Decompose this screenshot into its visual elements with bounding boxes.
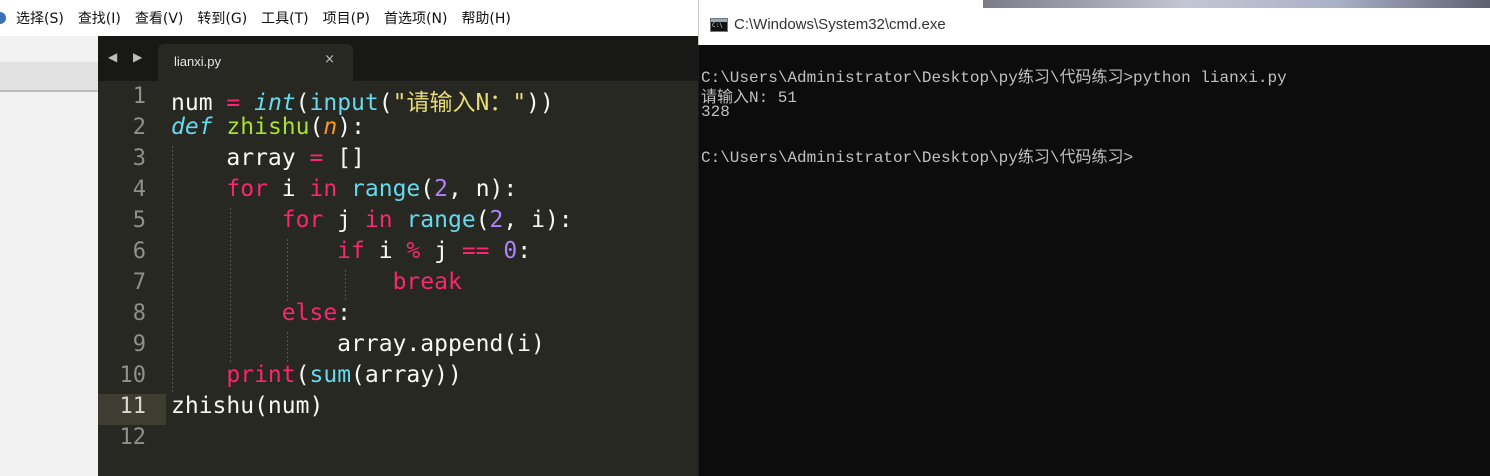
code-editor[interactable]: 1 2 3 4 5 6 7 8 9 10 11 12 num = int(input("请输入N：")…	[98, 81, 700, 476]
line-number: 1	[132, 84, 146, 109]
tab-nav-arrows-icon[interactable]: ◀ ▶	[108, 50, 148, 64]
line-number: 2	[132, 115, 146, 140]
menu-goto[interactable]: 转到(G)	[197, 8, 247, 28]
cmd-line: C:\Users\Administrator\Desktop\py练习\代码练习…	[701, 149, 1134, 167]
code-line: def zhishu(n):	[171, 114, 365, 140]
code-line: array.append(i)	[171, 331, 545, 357]
window-edge-icon	[0, 12, 6, 24]
tab-label: lianxi.py	[174, 54, 221, 69]
menu-select[interactable]: 选择(S)	[16, 8, 64, 28]
cmd-app-icon	[710, 18, 728, 32]
line-number: 8	[132, 301, 146, 326]
menu-bar: 选择(S) 查找(I) 查看(V) 转到(G) 工具(T) 项目(P) 首选项(…	[0, 0, 700, 36]
line-number: 3	[132, 146, 146, 171]
line-number: 11	[119, 394, 147, 419]
indent-guide	[172, 146, 173, 394]
sidebar-band	[0, 62, 98, 90]
background-strip	[983, 0, 1490, 8]
sidebar-divider	[0, 90, 98, 92]
menu-help[interactable]: 帮助(H)	[461, 8, 510, 28]
menu-find[interactable]: 查找(I)	[78, 8, 121, 28]
code-line: else:	[281, 300, 352, 326]
cmd-line: 328	[701, 103, 730, 121]
code-line: for j in range(2, i):	[281, 207, 573, 233]
indent-guide	[344, 270, 346, 301]
code-line: print(sum(array))	[226, 362, 462, 388]
indent-guide	[287, 332, 289, 363]
code-line: zhishu(num)	[171, 393, 324, 419]
cmd-title: C:\Windows\System32\cmd.exe	[734, 16, 946, 33]
menu-project[interactable]: 项目(P)	[323, 8, 370, 28]
code-line: for i in range(2, n):	[226, 176, 518, 202]
line-number: 9	[132, 332, 146, 357]
line-number: 5	[132, 208, 146, 233]
code-line: if i % j == 0:	[337, 238, 532, 264]
menu-view[interactable]: 查看(V)	[135, 8, 184, 28]
indent-guide	[287, 239, 289, 301]
code-line: array = []	[171, 145, 365, 171]
sidebar-area	[0, 36, 98, 476]
code-line: num = int(input("请输入N："))	[171, 90, 554, 116]
line-number: 10	[119, 363, 147, 388]
cmd-window: C:\Windows\System32\cmd.exe C:\Users\Adm…	[698, 0, 1490, 476]
tab-close-icon[interactable]: ×	[324, 52, 335, 67]
indent-guide	[229, 208, 231, 363]
line-number-gutter: 1 2 3 4 5 6 7 8 9 10 11 12	[98, 81, 166, 476]
line-number: 7	[132, 270, 146, 295]
line-number: 6	[132, 239, 146, 264]
cmd-console[interactable]: C:\Users\Administrator\Desktop\py练习\代码练习…	[698, 45, 1490, 476]
tab-lianxi-py[interactable]: lianxi.py ×	[158, 44, 353, 81]
menu-tools[interactable]: 工具(T)	[261, 8, 308, 28]
line-number: 12	[119, 425, 147, 450]
tab-bar: ◀ ▶ lianxi.py ×	[98, 36, 700, 81]
menu-preferences[interactable]: 首选项(N)	[384, 8, 447, 28]
code-line: break	[392, 269, 462, 295]
line-number: 4	[132, 177, 146, 202]
